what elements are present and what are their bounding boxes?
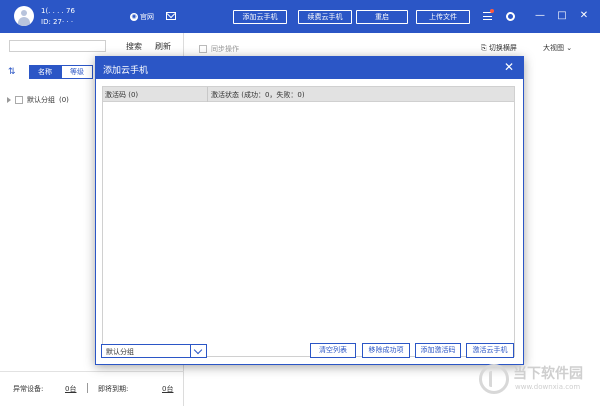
expiring-label: 即将到期:: [98, 385, 129, 393]
menu-icon[interactable]: [483, 12, 492, 20]
notification-dot: [490, 9, 494, 13]
chevron-down-icon: ⌄: [566, 44, 573, 52]
group-select-value: 默认分组: [106, 348, 134, 356]
official-site-label: 官网: [140, 13, 154, 21]
add-activation-code-button[interactable]: 添加激活码: [415, 343, 461, 358]
sync-label: 同步操作: [211, 45, 239, 53]
dialog-header: 添加云手机 ✕: [96, 57, 523, 79]
add-cloud-phone-dialog: 添加云手机 ✕ 激活码 (0) 激活状态 (成功：0，失败：0) 默认分组 清空…: [95, 56, 524, 365]
sync-checkbox[interactable]: [199, 45, 207, 53]
group-count: (0): [59, 96, 69, 104]
restart-button[interactable]: 重启: [356, 10, 408, 24]
mail-icon[interactable]: [166, 12, 176, 20]
group-default[interactable]: 默认分组 (0): [7, 95, 69, 105]
divider: [0, 371, 184, 372]
maximize-button[interactable]: □: [556, 10, 568, 22]
column-activation-code: 激活码 (0): [105, 91, 139, 99]
activate-cloud-phone-button[interactable]: 激活云手机: [466, 343, 514, 358]
abnormal-devices-count[interactable]: 0台: [65, 384, 76, 394]
search-button[interactable]: 搜索: [126, 41, 142, 52]
activation-code-table: 激活码 (0) 激活状态 (成功：0，失败：0): [102, 86, 515, 357]
watermark-logo-icon: [479, 364, 509, 394]
group-select[interactable]: 默认分组: [101, 344, 207, 358]
view-size-dropdown[interactable]: 大视图 ⌄: [543, 43, 572, 53]
close-icon[interactable]: ✕: [504, 60, 514, 74]
tab-name[interactable]: 名称: [29, 65, 61, 79]
expiring-count[interactable]: 0台: [162, 384, 173, 394]
gear-icon[interactable]: [506, 12, 515, 21]
official-site-link[interactable]: ◉ 官网: [130, 12, 154, 22]
sync-operation-toggle[interactable]: 同步操作: [199, 44, 239, 54]
avatar[interactable]: [14, 6, 34, 26]
user-id: ID: 27· · ·: [41, 18, 74, 26]
minimize-button[interactable]: —: [534, 10, 546, 22]
sort-icon[interactable]: ⇅: [8, 67, 16, 77]
search-input[interactable]: [9, 40, 106, 52]
remove-success-button[interactable]: 移除成功项: [362, 343, 410, 358]
table-header: 激活码 (0) 激活状态 (成功：0，失败：0): [103, 87, 514, 102]
clear-list-button[interactable]: 清空列表: [310, 343, 356, 358]
tab-level[interactable]: 等级: [61, 65, 93, 79]
dialog-title: 添加云手机: [103, 66, 149, 76]
divider: [87, 383, 88, 393]
chevron-down-icon[interactable]: [193, 345, 203, 355]
watermark-url: www.downxia.com: [515, 383, 581, 391]
switch-landscape-label: 切换横屏: [488, 44, 517, 52]
add-cloud-phone-button[interactable]: 添加云手机: [233, 10, 287, 24]
column-divider: [207, 87, 208, 102]
user-name: 1(. . . . 76: [41, 7, 75, 15]
top-bar: 1(. . . . 76 ID: 27· · · ◉ 官网 添加云手机 续费云手…: [0, 0, 600, 33]
close-window-button[interactable]: ✕: [578, 10, 590, 22]
group-checkbox[interactable]: [15, 96, 23, 104]
renew-cloud-phone-button[interactable]: 续费云手机: [298, 10, 352, 24]
view-size-label: 大视图: [543, 44, 564, 52]
group-label: 默认分组: [27, 96, 55, 104]
compass-icon: ◉: [130, 13, 138, 21]
switch-landscape-button[interactable]: ⎘ 切换横屏: [481, 43, 517, 53]
refresh-button[interactable]: 刷新: [155, 41, 171, 52]
watermark-brand: 当下软件园: [513, 366, 583, 382]
expand-arrow-icon[interactable]: [7, 97, 11, 103]
divider: [190, 345, 191, 357]
upload-file-button[interactable]: 上传文件: [416, 10, 470, 24]
column-activation-status: 激活状态 (成功：0，失败：0): [211, 91, 305, 99]
abnormal-devices-label: 异常设备:: [13, 385, 44, 393]
